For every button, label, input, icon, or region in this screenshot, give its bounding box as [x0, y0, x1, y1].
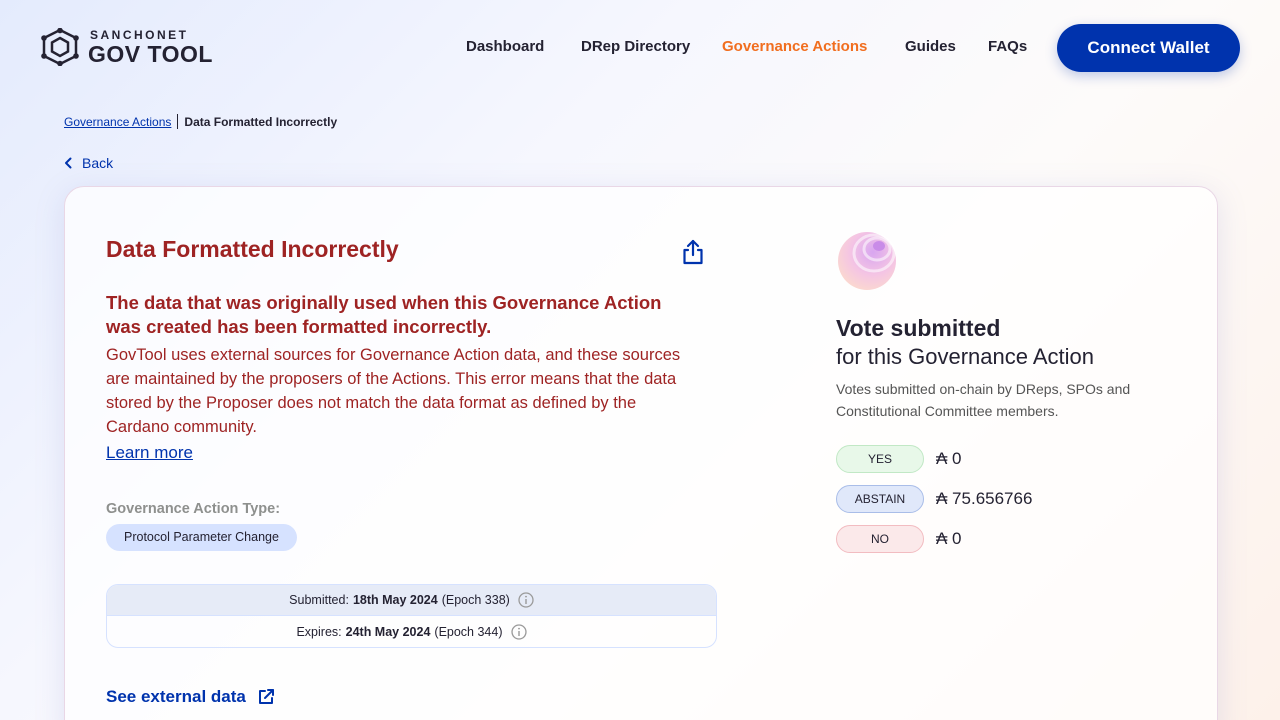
- breadcrumb-governance-actions[interactable]: Governance Actions: [64, 115, 171, 129]
- nav-governance-actions[interactable]: Governance Actions: [722, 38, 867, 55]
- learn-more-link[interactable]: Learn more: [106, 443, 193, 463]
- external-link-label: See external data: [106, 687, 246, 706]
- vote-row-yes: YES ₳ 0: [836, 445, 962, 473]
- nav-guides[interactable]: Guides: [905, 38, 956, 55]
- see-external-data-link[interactable]: See external data: [106, 687, 276, 707]
- dates-box: Submitted: 18th May 2024 (Epoch 338) Exp…: [106, 584, 717, 648]
- back-label: Back: [82, 155, 114, 171]
- chevron-left-icon: [65, 157, 72, 169]
- gov-tool-logo-icon: [41, 28, 79, 66]
- logo-title: GOV TOOL: [88, 40, 213, 67]
- submitted-epoch: (Epoch 338): [441, 593, 510, 607]
- expires-label: Expires:: [296, 624, 342, 639]
- action-type-chip: Protocol Parameter Change: [106, 524, 297, 551]
- expires-epoch: (Epoch 344): [434, 624, 503, 639]
- breadcrumb-separator: [177, 114, 179, 129]
- header: SANCHONET GOV TOOL Dashboard DRep Direct…: [0, 0, 1280, 96]
- submitted-row: Submitted: 18th May 2024 (Epoch 338): [107, 585, 716, 616]
- error-heading: The data that was originally used when t…: [106, 292, 662, 337]
- vote-submitted-title: Vote submitted: [836, 315, 1001, 341]
- expires-date: 24th May 2024: [345, 624, 431, 639]
- vote-row-abstain: ABSTAIN ₳ 75.656766: [836, 485, 1032, 513]
- yes-pill: YES: [836, 445, 924, 473]
- action-title: Data Formatted Incorrectly: [106, 236, 399, 262]
- no-pill: NO: [836, 525, 924, 553]
- expires-row: Expires: 24th May 2024 (Epoch 344): [107, 616, 716, 647]
- vote-submitted-illustration-icon: [838, 232, 896, 290]
- nav-faqs[interactable]: FAQs: [988, 38, 1027, 55]
- back-button[interactable]: Back: [64, 155, 113, 171]
- vote-row-no: NO ₳ 0: [836, 525, 962, 553]
- action-type-label: Governance Action Type:: [106, 501, 281, 517]
- nav-drep-directory[interactable]: DRep Directory: [581, 38, 690, 55]
- external-link-icon: [258, 689, 274, 704]
- error-description: GovTool uses external sources for Govern…: [106, 346, 681, 436]
- info-icon[interactable]: [510, 623, 527, 640]
- submitted-label: Submitted:: [289, 593, 349, 607]
- logo[interactable]: SANCHONET GOV TOOL: [40, 28, 213, 66]
- no-value: ₳ 0: [936, 529, 962, 548]
- nav-dashboard[interactable]: Dashboard: [466, 38, 544, 55]
- abstain-pill: ABSTAIN: [836, 485, 924, 513]
- info-icon[interactable]: [518, 592, 534, 608]
- connect-wallet-button[interactable]: Connect Wallet: [1057, 24, 1240, 72]
- governance-action-card: Data Formatted Incorrectly The data that…: [64, 186, 1218, 720]
- logo-subtitle: SANCHONET: [90, 27, 189, 42]
- vote-description: Votes submitted on-chain by DReps, SPOs …: [836, 381, 1131, 419]
- submitted-date: 18th May 2024: [352, 593, 438, 607]
- yes-value: ₳ 0: [936, 449, 962, 468]
- vote-submitted-subtitle: for this Governance Action: [836, 344, 1095, 369]
- share-icon[interactable]: [681, 239, 705, 265]
- abstain-value: ₳ 75.656766: [936, 489, 1033, 508]
- breadcrumb: Governance Actions Data Formatted Incorr…: [64, 114, 337, 129]
- breadcrumb-current: Data Formatted Incorrectly: [184, 114, 338, 129]
